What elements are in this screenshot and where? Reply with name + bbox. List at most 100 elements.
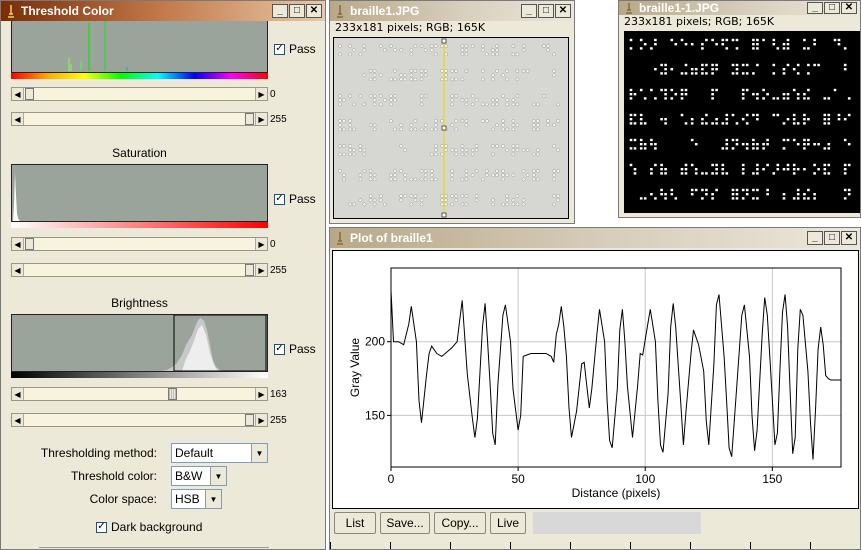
arrow-right-icon[interactable]: ▶ — [255, 88, 267, 100]
braille-dot — [741, 63, 745, 67]
threshold-color-select[interactable]: B&W ▼ — [171, 466, 227, 486]
braille-dot — [711, 193, 714, 196]
hue-min-slider[interactable]: ◀ ▶ — [11, 87, 268, 101]
saturation-pass-checkbox[interactable]: ✓ Pass — [274, 192, 316, 206]
braille-threshold-titlebar[interactable]: braille1-1.JPG _ □ ✕ — [619, 1, 860, 15]
braille-dot — [684, 88, 688, 92]
arrow-right-icon[interactable]: ▶ — [255, 264, 267, 276]
arrow-right-icon[interactable]: ▶ — [255, 113, 267, 125]
braille-dot — [399, 194, 404, 198]
copy-button[interactable]: Copy... — [434, 512, 486, 534]
braille-dot — [342, 127, 346, 132]
braille-threshold-canvas[interactable] — [624, 31, 860, 213]
dark-background-checkbox[interactable]: ✓ Dark background — [96, 520, 202, 534]
braille-dot — [531, 127, 536, 132]
checkmark-icon[interactable]: ✓ — [274, 193, 285, 205]
dropdown-arrow-icon[interactable]: ▼ — [205, 490, 221, 508]
braille-dot — [511, 102, 516, 107]
brightness-min-slider[interactable]: ◀ ▶ — [11, 387, 268, 401]
threshold-color-titlebar[interactable]: Threshold Color _ □ ✕ — [1, 1, 325, 21]
slider-thumb[interactable] — [245, 113, 254, 125]
minimize-button[interactable]: _ — [521, 4, 537, 18]
arrow-right-icon[interactable]: ▶ — [255, 414, 267, 426]
arrow-left-icon[interactable]: ◀ — [12, 238, 24, 250]
braille-dot — [731, 197, 735, 200]
braille-dot — [725, 113, 729, 117]
braille-dot — [639, 143, 643, 146]
braille-dot — [491, 127, 495, 132]
braille-dot — [792, 163, 796, 167]
braille-dot — [433, 44, 438, 48]
maximize-button[interactable]: □ — [289, 4, 305, 18]
braille-dot — [393, 127, 397, 132]
braille-image-canvas[interactable] — [333, 37, 569, 219]
braille-dot — [756, 118, 759, 121]
braille-dot — [772, 38, 776, 42]
checkmark-icon[interactable]: ✓ — [274, 43, 285, 55]
braille-dot — [807, 97, 810, 100]
saturation-max-value: 255 — [270, 265, 287, 276]
braille-dot — [843, 63, 847, 67]
braille-titlebar[interactable]: braille1.JPG _ □ ✕ — [330, 1, 574, 21]
braille-dot — [711, 68, 714, 71]
braille-dot — [813, 63, 816, 67]
list-button[interactable]: List — [334, 512, 376, 534]
braille-dot — [796, 97, 800, 100]
braille-dot — [807, 188, 810, 192]
arrow-right-icon[interactable]: ▶ — [255, 388, 267, 400]
maximize-button[interactable]: □ — [824, 2, 840, 14]
arrow-left-icon[interactable]: ◀ — [12, 264, 24, 276]
slider-thumb[interactable] — [245, 264, 254, 276]
braille-dot — [511, 123, 516, 128]
saturation-max-slider[interactable]: ◀ ▶ — [11, 263, 268, 277]
saturation-min-slider[interactable]: ◀ ▶ — [11, 237, 268, 251]
maximize-button[interactable]: □ — [538, 4, 554, 18]
dropdown-arrow-icon[interactable]: ▼ — [251, 444, 267, 462]
minimize-button[interactable]: _ — [807, 2, 823, 14]
braille-dot — [352, 148, 357, 153]
checkmark-icon[interactable]: ✓ — [96, 521, 107, 533]
close-button[interactable]: ✕ — [841, 2, 857, 14]
braille-dot — [674, 93, 678, 96]
arrow-left-icon[interactable]: ◀ — [12, 113, 24, 125]
braille-dot — [650, 172, 653, 175]
braille-dot — [419, 177, 424, 182]
dropdown-arrow-icon[interactable]: ▼ — [210, 467, 226, 485]
slider-thumb[interactable] — [25, 88, 34, 100]
save-button[interactable]: Save... — [380, 512, 430, 534]
braille-dot — [460, 152, 465, 157]
braille-dot — [827, 97, 831, 100]
hue-pass-checkbox[interactable]: ✓ Pass — [274, 42, 316, 56]
braille-dot — [491, 77, 495, 82]
maximize-button[interactable]: □ — [824, 231, 840, 245]
checkmark-icon[interactable]: ✓ — [274, 343, 285, 355]
live-button[interactable]: Live — [490, 512, 526, 534]
slider-thumb[interactable] — [25, 238, 34, 250]
arrow-left-icon[interactable]: ◀ — [12, 88, 24, 100]
plot-titlebar[interactable]: Plot of braille1 _ □ ✕ — [330, 228, 860, 248]
braille-dot — [464, 169, 469, 173]
thresholding-method-select[interactable]: Default ▼ — [171, 443, 268, 463]
braille-dot — [511, 173, 516, 178]
braille-dot — [752, 113, 755, 117]
braille-dot — [393, 94, 397, 98]
y-tick-label: 150 — [365, 408, 385, 422]
color-space-select[interactable]: HSB ▼ — [171, 489, 222, 509]
close-button[interactable]: ✕ — [555, 4, 571, 18]
braille-dot — [782, 147, 786, 150]
arrow-left-icon[interactable]: ◀ — [12, 414, 24, 426]
arrow-right-icon[interactable]: ▶ — [255, 238, 267, 250]
slider-thumb[interactable] — [168, 388, 177, 400]
arrow-left-icon[interactable]: ◀ — [12, 388, 24, 400]
brightness-pass-checkbox[interactable]: ✓ Pass — [274, 342, 316, 356]
close-button[interactable]: ✕ — [841, 231, 857, 245]
braille-dot — [643, 97, 647, 100]
minimize-button[interactable]: _ — [272, 4, 288, 18]
close-button[interactable]: ✕ — [306, 4, 322, 18]
braille-dot — [342, 173, 346, 178]
slider-thumb[interactable] — [245, 414, 254, 426]
hue-max-slider[interactable]: ◀ ▶ — [11, 112, 268, 126]
minimize-button[interactable]: _ — [807, 231, 823, 245]
brightness-max-slider[interactable]: ◀ ▶ — [11, 413, 268, 427]
braille-dot — [511, 44, 516, 48]
